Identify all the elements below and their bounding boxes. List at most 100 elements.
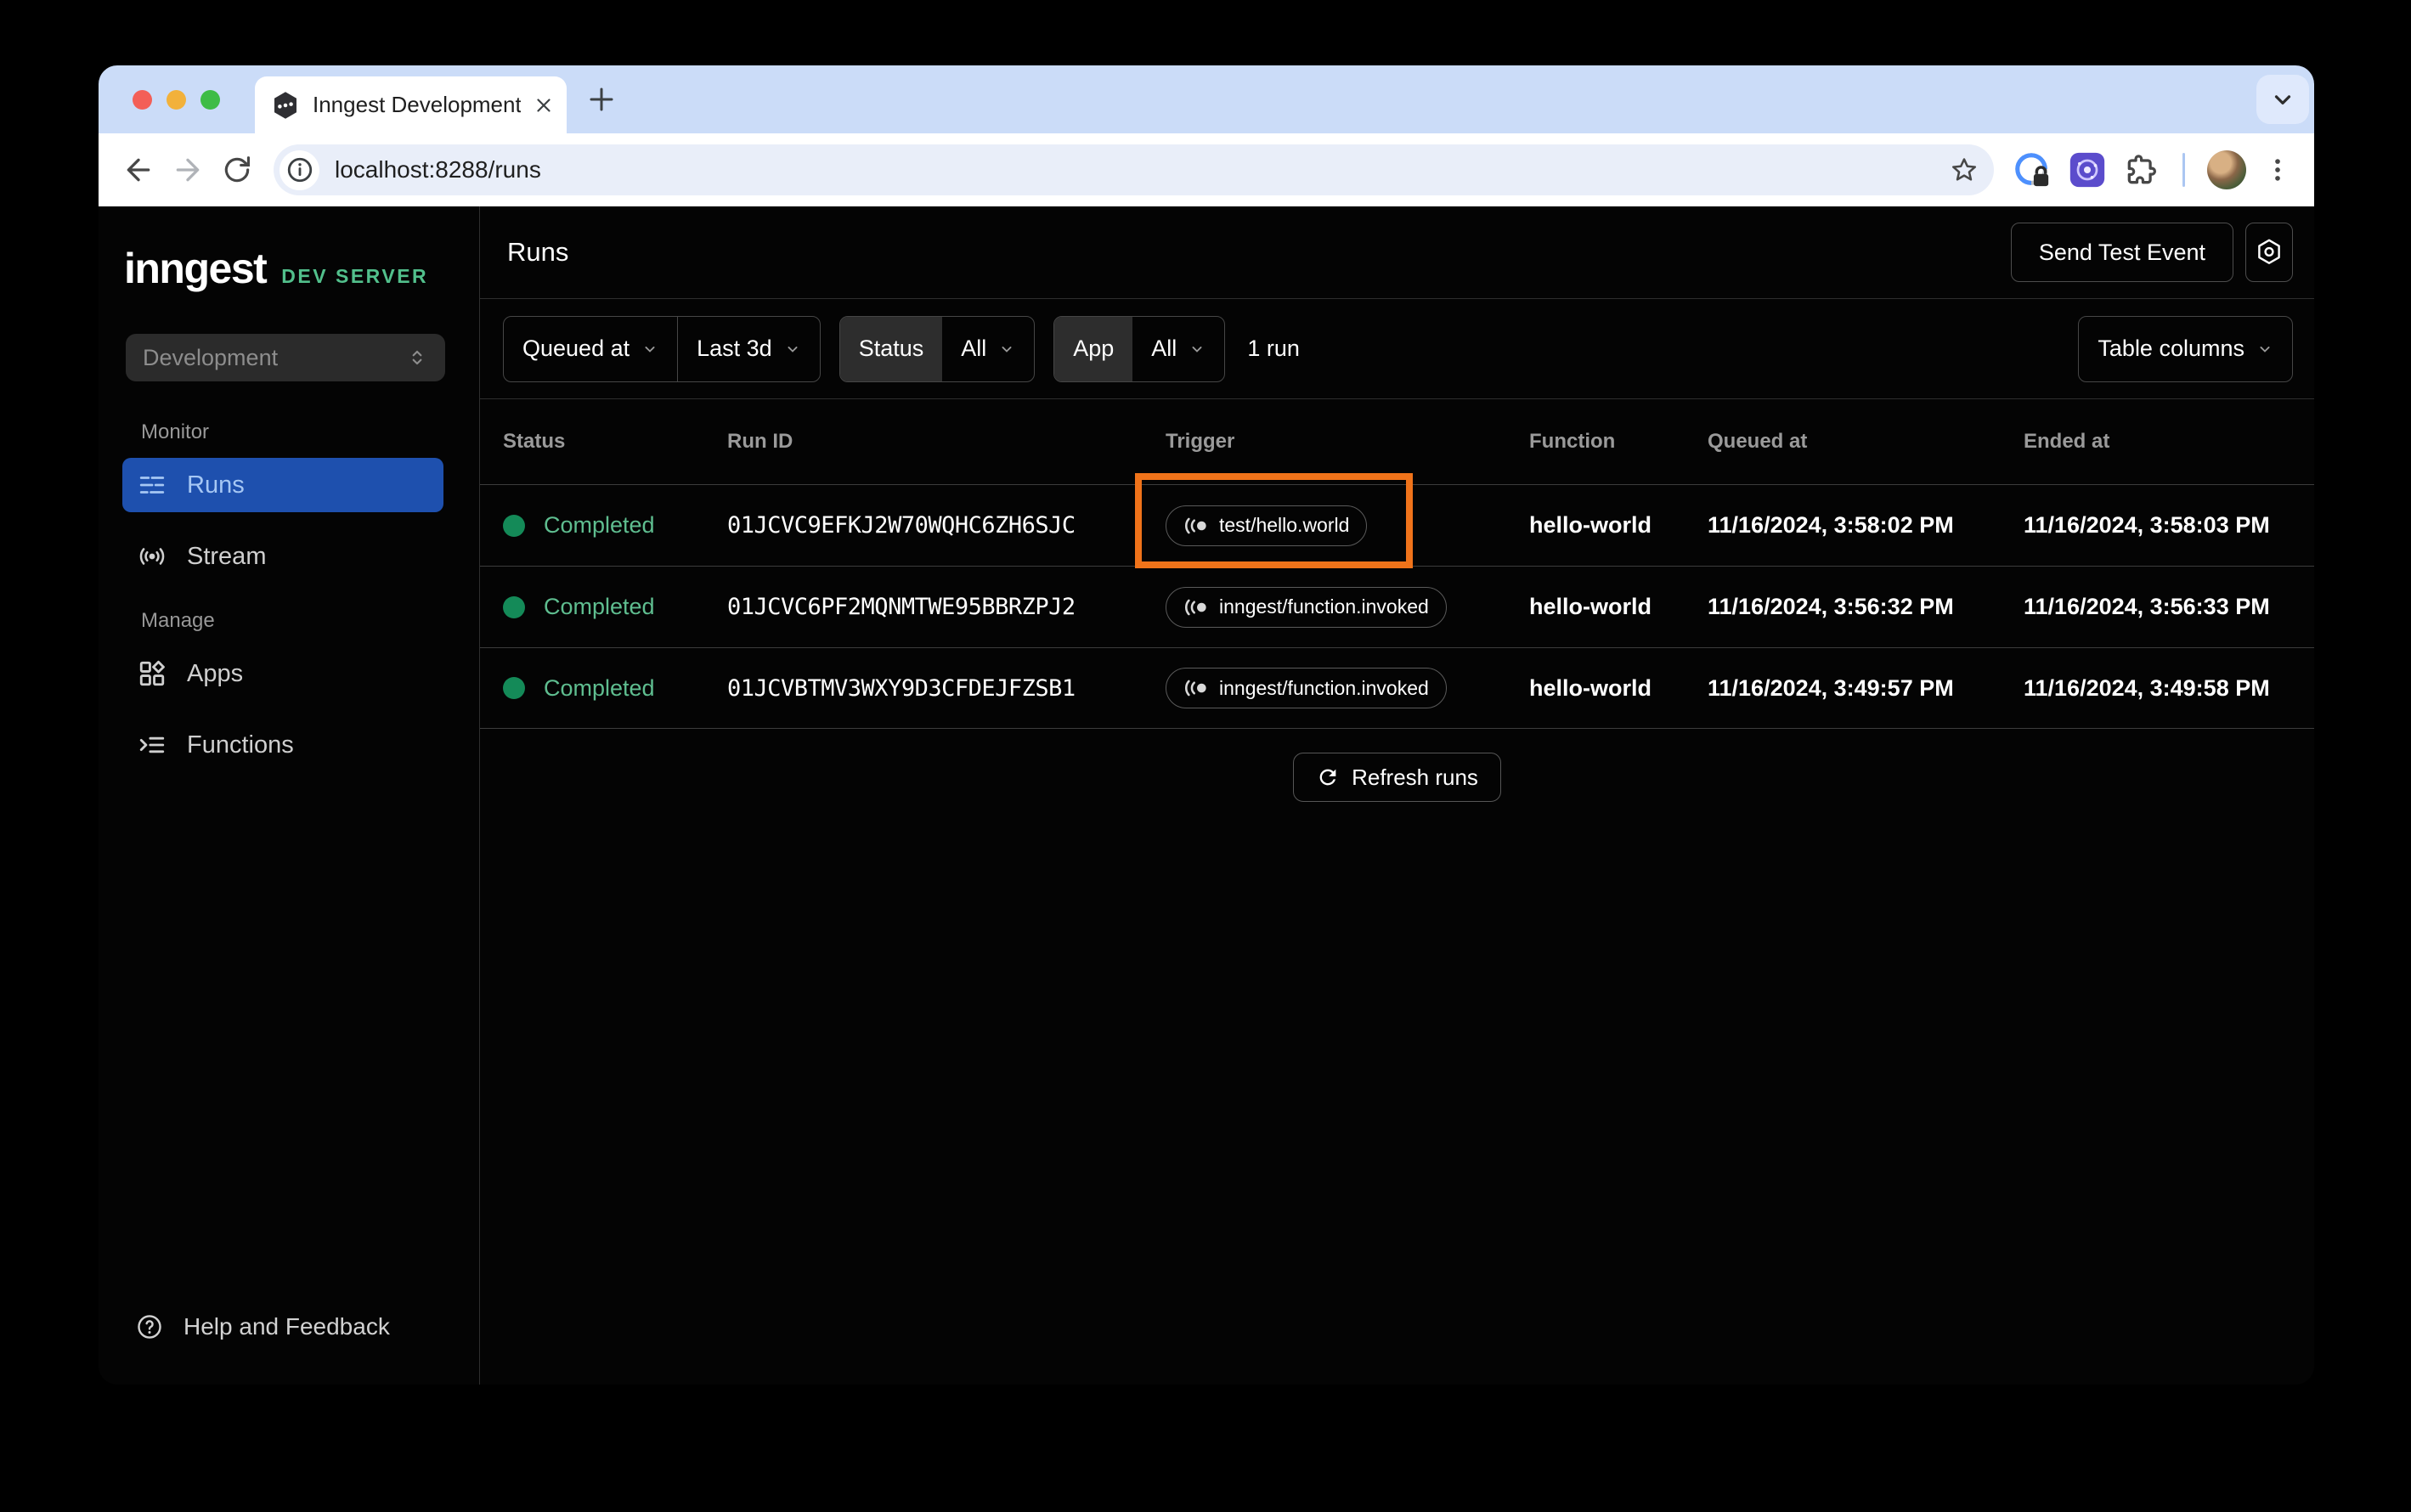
trigger-name: test/hello.world (1219, 514, 1350, 536)
status-filter-value[interactable]: All (942, 317, 1034, 381)
table-row[interactable]: Completed 01JCVBTMV3WXY9D3CFDEJFZSB1 inn… (480, 647, 2314, 729)
extensions-puzzle-icon[interactable] (2123, 151, 2160, 189)
app-filter[interactable]: App All (1053, 315, 1226, 382)
table-columns-label: Table columns (2098, 336, 2244, 361)
trigger-name: inngest/function.invoked (1219, 676, 1429, 699)
nav-section-manage: Manage (141, 609, 215, 632)
ended-at-value: 11/16/2024, 3:49:58 PM (2024, 674, 2270, 701)
new-tab-button[interactable] (586, 65, 617, 133)
status-filter-label: Status (839, 316, 943, 381)
queued-at-time-filter[interactable]: Queued at Last 3d (503, 315, 821, 382)
profile-avatar[interactable] (2207, 150, 2246, 189)
help-and-feedback[interactable]: Help and Feedback (136, 1313, 479, 1340)
status-dot (503, 514, 525, 537)
reload-icon (224, 156, 251, 183)
function-name[interactable]: hello-world (1529, 512, 1708, 539)
main-panel: Runs Send Test Event Queued at Last 3d S… (480, 206, 2314, 1385)
send-test-event-label: Send Test Event (2038, 239, 2205, 265)
chevron-down-icon (1192, 346, 1202, 353)
trigger-pill[interactable]: inngest/function.invoked (1166, 586, 1447, 628)
environment-selector[interactable]: Development (126, 334, 445, 381)
page-title: Runs (507, 237, 569, 267)
info-icon (287, 157, 312, 183)
sidebar-item-stream[interactable]: Stream (122, 529, 443, 584)
chevron-down-icon (2274, 95, 2291, 104)
queued-at-label: Queued at (522, 336, 630, 361)
column-header-run-id: Run ID (727, 430, 793, 453)
forward-button[interactable] (165, 147, 211, 193)
queued-at-value: 11/16/2024, 3:49:57 PM (1708, 674, 1954, 701)
tab-search-button[interactable] (2256, 75, 2309, 124)
tab-close-icon[interactable] (533, 94, 555, 116)
back-arrow-icon (127, 158, 150, 182)
inngest-logo: inngest (124, 245, 268, 292)
site-info-chip[interactable] (279, 150, 319, 190)
purple-extension-icon[interactable] (2069, 151, 2106, 189)
table-row[interactable]: Completed 01JCVC6PF2MQNMTWE95BBRZPJ2 inn… (480, 566, 2314, 647)
zoom-window-button[interactable] (200, 89, 220, 110)
runs-icon (139, 477, 165, 494)
stream-icon (139, 548, 165, 565)
functions-icon (139, 736, 165, 753)
url-text[interactable]: localhost:8288/runs (335, 156, 1934, 183)
kebab-menu-icon (2275, 159, 2280, 181)
bookmark-star-icon[interactable] (1950, 155, 1979, 184)
trigger-pill[interactable]: test/hello.world (1166, 505, 1368, 546)
run-id[interactable]: 01JCVC6PF2MQNMTWE95BBRZPJ2 (727, 594, 1166, 620)
run-id[interactable]: 01JCVC9EFKJ2W70WQHC6ZH6SJC (727, 512, 1166, 539)
status-dot (503, 677, 525, 699)
send-test-event-button[interactable]: Send Test Event (2010, 223, 2233, 282)
time-range-value: Last 3d (697, 336, 772, 361)
url-bar[interactable]: localhost:8288/runs (274, 144, 1994, 195)
nav-section-monitor: Monitor (141, 420, 210, 443)
environment-selector-value: Development (143, 344, 279, 370)
browser-menu-button[interactable] (2263, 155, 2292, 184)
app-filter-value[interactable]: All (1132, 317, 1224, 381)
browser-window: Inngest Development Server localhost:828… (99, 65, 2314, 1385)
sidebar-item-apps[interactable]: Apps (122, 646, 443, 701)
status-text: Completed (544, 512, 655, 538)
close-window-button[interactable] (133, 89, 152, 110)
browser-tab[interactable]: Inngest Development Server (255, 76, 567, 133)
column-header-function: Function (1529, 430, 1616, 453)
browser-toolbar: localhost:8288/runs (99, 133, 2314, 206)
trigger-name: inngest/function.invoked (1219, 595, 1429, 618)
sidebar-item-label: Stream (187, 542, 267, 570)
window-controls (133, 65, 220, 133)
sidebar-item-runs[interactable]: Runs (122, 458, 443, 512)
tab-title: Inngest Development Server (313, 92, 521, 117)
forward-arrow-icon (176, 158, 200, 182)
run-id[interactable]: 01JCVBTMV3WXY9D3CFDEJFZSB1 (727, 675, 1166, 702)
settings-button[interactable] (2245, 223, 2293, 282)
status-filter[interactable]: Status All (838, 315, 1036, 382)
minimize-window-button[interactable] (167, 89, 186, 110)
gear-icon (2258, 239, 2280, 264)
chevron-down-icon (645, 346, 655, 353)
ended-at-value: 11/16/2024, 3:56:33 PM (2024, 594, 2270, 619)
help-label: Help and Feedback (184, 1313, 390, 1340)
trigger-pill[interactable]: inngest/function.invoked (1166, 668, 1447, 708)
sidebar-item-functions[interactable]: Functions (122, 718, 443, 772)
table-row[interactable]: Completed 01JCVC9EFKJ2W70WQHC6ZH6SJC tes… (480, 472, 2314, 568)
column-header-status: Status (503, 430, 566, 453)
function-name[interactable]: hello-world (1529, 675, 1708, 702)
event-icon (1185, 517, 1206, 533)
browser-tabstrip: Inngest Development Server (99, 65, 2314, 133)
table-columns-button[interactable]: Table columns (2078, 315, 2293, 382)
status-text: Completed (544, 674, 655, 701)
sidebar-item-label: Apps (187, 659, 244, 687)
queued-at-dropdown[interactable]: Queued at (504, 317, 677, 381)
table-header: Status Run ID Trigger Function Queued at… (480, 399, 2314, 484)
back-button[interactable] (116, 147, 161, 193)
password-manager-extension-icon[interactable] (2013, 150, 2052, 189)
filter-bar: Queued at Last 3d Status All App All 1 r… (480, 299, 2314, 399)
function-name[interactable]: hello-world (1529, 594, 1708, 620)
sidebar-item-label: Runs (187, 471, 245, 499)
help-icon (138, 1315, 161, 1339)
time-range-dropdown[interactable]: Last 3d (677, 316, 820, 381)
reload-button[interactable] (214, 147, 260, 193)
refresh-icon (1319, 769, 1336, 786)
refresh-runs-button[interactable]: Refresh runs (1293, 753, 1501, 802)
queued-at-value: 11/16/2024, 3:56:32 PM (1708, 594, 1954, 619)
page-header: Runs Send Test Event (480, 206, 2314, 299)
